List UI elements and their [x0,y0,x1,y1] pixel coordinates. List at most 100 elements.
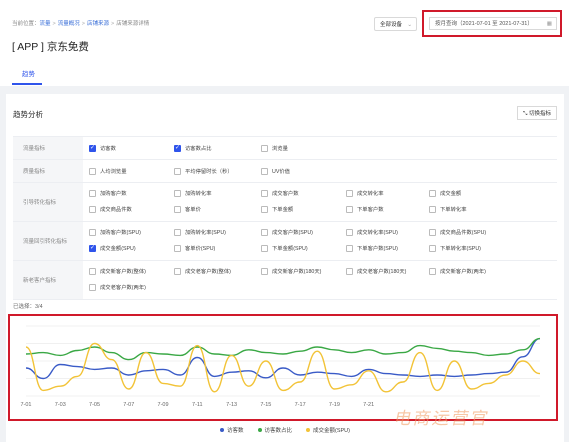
metric-checkbox[interactable]: 成交老客户数(180天) [346,267,406,275]
checkbox-icon[interactable] [429,189,436,197]
metric-checkbox[interactable]: 成交客户数(SPU) [261,228,313,236]
metric-checkbox-label: 浏览量 [272,146,288,152]
legend-dot-icon [257,428,262,432]
page-header: 当前位置：流量 > 流量概况 > 店铺来源 > 店铺来源详情 [ APP ] 京东免费 趋势… [0,0,569,86]
metric-checkbox[interactable]: 平均停留时长（秒） [174,167,233,175]
checkbox-icon[interactable] [174,228,181,236]
checkbox-icon[interactable] [429,267,436,275]
breadcrumb-item-overview[interactable]: 流量概况 [58,21,80,27]
metric-checkbox[interactable]: 成交转化率(SPU) [346,228,398,236]
checkbox-icon[interactable] [261,205,268,213]
metric-checkbox[interactable]: 成交商品件数 [89,205,132,213]
metric-checkbox[interactable]: 成交新客户数(180天) [261,267,321,275]
checkbox-icon[interactable] [261,167,268,175]
switch-metrics-button[interactable]: ⤡ 切换指标 [517,106,557,120]
breadcrumb-separator: > [111,21,115,27]
x-tick-label: 7-03 [55,402,66,408]
selected-count: 已选择：3/4 [13,304,43,310]
checkbox-icon[interactable] [261,228,268,236]
legend-item[interactable]: 成交金额(SPU) [306,426,350,434]
metric-options: 人均浏览量 平均停留时长（秒） UV价值 [83,160,557,182]
device-select-value: 全部设备 [380,22,403,28]
metric-row-label: 引导转化指标 [13,183,83,221]
checkbox-icon[interactable] [346,228,353,236]
metric-checkbox[interactable]: 下单金额(SPU) [261,244,308,252]
metric-checkbox-label: 成交客户数 [272,191,299,197]
metric-checkbox[interactable]: 下单客户数 [346,205,384,213]
metric-checkbox[interactable]: 人均浏览量 [89,167,127,175]
checkbox-icon[interactable] [429,205,436,213]
metric-checkbox-label: 成交老客户数(整体) [185,269,231,275]
metric-checkbox[interactable]: 加购客户数 [89,189,127,197]
metric-checkbox[interactable]: 成交商品件数(SPU) [429,228,486,236]
breadcrumb-separator: > [52,21,56,27]
checkbox-checked-icon[interactable]: ✓ [174,144,181,152]
legend-dot-icon [306,428,311,432]
metric-checkbox[interactable]: 加购客户数(SPU) [89,228,141,236]
metric-checkbox[interactable]: 成交老客户数(整体) [174,267,231,275]
metric-checkbox[interactable]: 加购转化率(SPU) [174,228,226,236]
metric-checkbox[interactable]: ✓ 访客数 [89,144,116,152]
checkbox-icon[interactable] [429,244,436,252]
metric-checkbox-label: 加购客户数 [100,191,127,197]
checkbox-icon[interactable] [261,267,268,275]
metric-checkbox[interactable]: ✓ 成交金额(SPU) [89,244,136,252]
checkbox-icon[interactable] [429,228,436,236]
metric-checkbox-label: 下单转化率(SPU) [440,246,481,252]
metric-checkbox[interactable]: 客单价(SPU) [174,244,215,252]
metric-checkbox[interactable]: UV价值 [261,167,290,175]
checkbox-icon[interactable] [346,205,353,213]
x-tick-label: 7-19 [329,402,340,408]
x-tick-label: 7-17 [295,402,306,408]
checkbox-icon[interactable] [174,205,181,213]
checkbox-icon[interactable] [174,267,181,275]
checkbox-icon[interactable] [346,267,353,275]
checkbox-icon[interactable] [89,189,96,197]
metric-checkbox[interactable]: 成交客户数 [261,189,299,197]
metric-checkbox[interactable]: 客单价 [174,205,201,213]
tab-trend[interactable]: 趋势 [22,68,35,78]
metric-checkbox-label: 成交商品件数(SPU) [440,230,487,236]
legend-label: 成交金额(SPU) [313,428,350,434]
metric-checkbox[interactable]: ✓ 访客数占比 [174,144,212,152]
breadcrumb: 当前位置：流量 > 流量概况 > 店铺来源 > 店铺来源详情 [12,19,149,27]
x-tick-label: 7-09 [158,402,169,408]
breadcrumb-item-flow[interactable]: 流量 [40,21,51,27]
checkbox-icon[interactable] [174,244,181,252]
checkbox-checked-icon[interactable]: ✓ [89,244,96,252]
checkbox-icon[interactable] [174,189,181,197]
breadcrumb-item-source[interactable]: 店铺来源 [87,21,109,27]
checkbox-icon[interactable] [89,267,96,275]
metric-checkbox[interactable]: 成交新客户数(整体) [89,267,146,275]
checkbox-icon[interactable] [261,244,268,252]
metric-row-label: 流量回引转化指标 [13,222,83,260]
checkbox-icon[interactable] [89,205,96,213]
metric-checkbox[interactable]: 下单金额 [261,205,293,213]
metric-checkbox[interactable]: 浏览量 [261,144,288,152]
metric-checkbox[interactable]: 成交老客户数(两年) [89,283,146,291]
metric-checkbox[interactable]: 成交金额 [429,189,461,197]
device-select[interactable]: 全部设备 ⌄ [374,17,417,31]
metric-checkbox[interactable]: 下单转化率(SPU) [429,244,481,252]
metric-checkbox[interactable]: 加购转化率 [174,189,212,197]
metric-checkbox-label: 客单价 [185,207,201,213]
checkbox-icon[interactable] [261,189,268,197]
series-line-2 [25,337,541,361]
date-range-picker[interactable]: 按月查询（2021-07-01 至 2021-07-31） ▦ [429,17,557,30]
checkbox-icon[interactable] [89,228,96,236]
metric-checkbox-label: 成交转化率 [357,191,384,197]
metric-checkbox[interactable]: 下单转化率 [429,205,467,213]
checkbox-icon[interactable] [89,167,96,175]
metric-checkbox[interactable]: 下单客户数(SPU) [346,244,398,252]
legend-item[interactable]: 访客数 [219,426,244,434]
metric-checkbox[interactable]: 成交新客户数(两年) [429,267,486,275]
checkbox-checked-icon[interactable]: ✓ [89,144,96,152]
checkbox-icon[interactable] [261,144,268,152]
metric-checkbox[interactable]: 成交转化率 [346,189,384,197]
legend-item[interactable]: 访客数占比 [257,426,292,434]
checkbox-icon[interactable] [174,167,181,175]
checkbox-icon[interactable] [89,283,96,291]
checkbox-icon[interactable] [346,244,353,252]
checkbox-icon[interactable] [346,189,353,197]
metric-checkbox-label: 成交新客户数(两年) [440,269,486,275]
